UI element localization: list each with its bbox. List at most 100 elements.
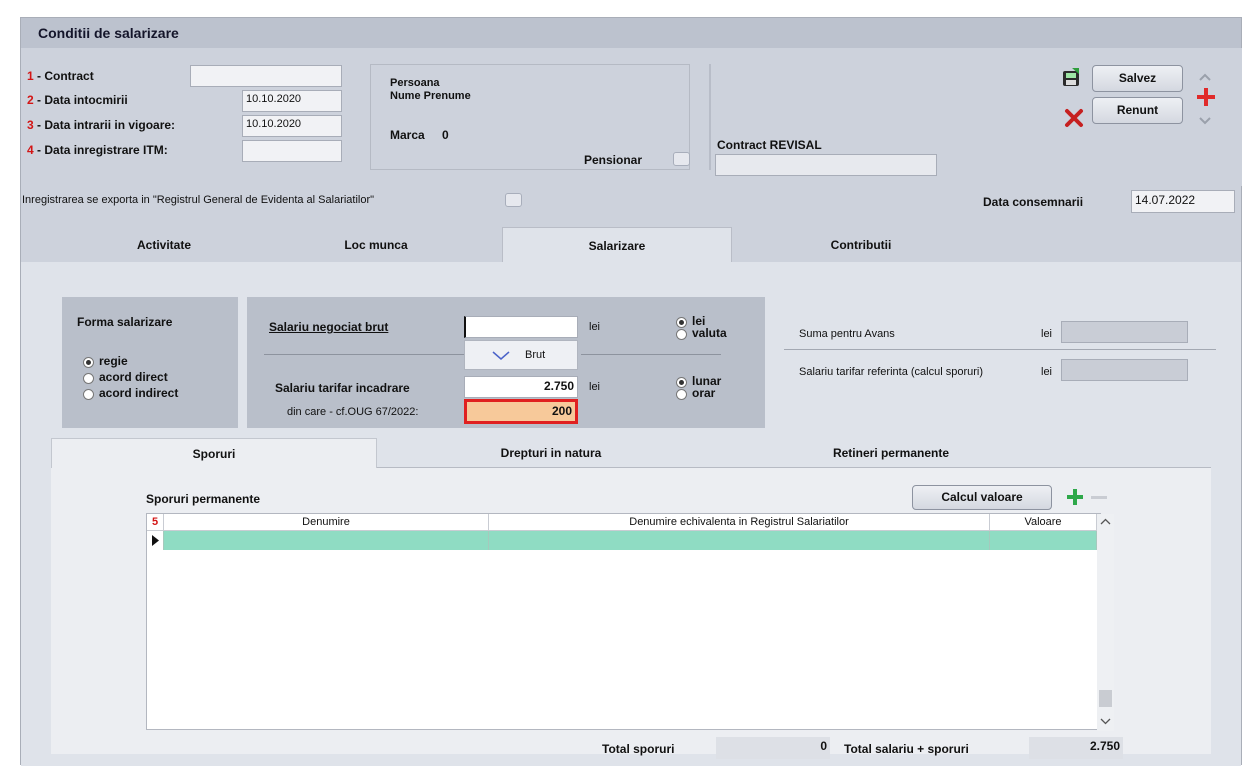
calcul-valoare-button[interactable]: Calcul valoare	[912, 485, 1052, 510]
brut-option: Brut	[525, 349, 546, 361]
radio-acord-indirect[interactable]	[83, 389, 94, 400]
forma-salarizare-label: Forma salarizare	[77, 315, 173, 329]
add-row-plus-icon[interactable]	[1066, 488, 1084, 506]
tab-salarizare[interactable]: Salarizare	[502, 227, 732, 263]
renunt-button[interactable]: Renunt	[1092, 97, 1183, 124]
total-salariu-value: 2.750	[1029, 737, 1123, 759]
marca-value: 0	[442, 128, 449, 142]
tab-label: Loc munca	[344, 238, 408, 252]
dropdown-arrow-icon	[492, 351, 510, 360]
scroll-down-icon[interactable]	[1100, 718, 1111, 725]
salariu-tarifar-label: Salariu tarifar incadrare	[275, 381, 410, 395]
data-intrarii-field[interactable]: 10.10.2020	[242, 115, 342, 137]
tab-loc-munca[interactable]: Loc munca	[281, 227, 471, 263]
data-consemnarii-label: Data consemnarii	[983, 195, 1084, 209]
scroll-down-icon[interactable]	[1198, 114, 1212, 125]
registru-export-checkbox[interactable]	[505, 193, 522, 207]
persoana-label: Persoana	[390, 77, 440, 89]
col-valoare[interactable]: Valoare	[990, 514, 1097, 531]
calcul-valoare-label: Calcul valoare	[941, 490, 1023, 504]
pensionar-checkbox[interactable]	[673, 152, 690, 166]
radio-valuta[interactable]	[676, 329, 687, 340]
contract-revisal-field[interactable]	[715, 154, 937, 176]
total-sporuri-label: Total sporuri	[602, 742, 675, 756]
nume-prenume: Nume Prenume	[390, 90, 471, 102]
window-title: Conditii de salarizare	[38, 25, 179, 41]
separator-line	[581, 354, 721, 355]
renunt-label: Renunt	[1116, 103, 1159, 117]
dialog-window: Conditii de salarizare 1 - Contract 2 - …	[20, 17, 1242, 766]
marca-label: Marca	[390, 128, 425, 142]
salariu-referinta-label: Salariu tarifar referinta (calcul sporur…	[799, 366, 984, 378]
radio-lei[interactable]	[676, 317, 687, 328]
salariu-negociat-unit: lei	[589, 321, 601, 333]
registru-export-label: Inregistrarea se exporta in "Registrul G…	[22, 194, 375, 206]
separator-line	[264, 354, 464, 355]
suma-avans-unit: lei	[1041, 328, 1053, 340]
contract-field[interactable]	[190, 65, 342, 87]
tab-label: Activitate	[136, 238, 192, 252]
din-care-label: din care - cf.OUG 67/2022:	[287, 406, 419, 418]
grid-number-header: 5	[147, 514, 164, 531]
sporuri-permanente-label: Sporuri permanente	[146, 492, 261, 506]
data-consemnarii-field[interactable]: 14.07.2022	[1131, 190, 1235, 213]
regie-label: regie	[99, 354, 128, 368]
orar-option-label: orar	[692, 386, 716, 400]
suma-avans-label: Suma pentru Avans	[799, 328, 895, 340]
radio-lunar[interactable]	[676, 377, 687, 388]
subtab-retineri-permanente[interactable]: Retineri permanente	[741, 438, 1041, 468]
avans-separator	[784, 349, 1216, 350]
col-denumire[interactable]: Denumire	[164, 514, 489, 531]
contract-label: 1 - Contract	[27, 69, 94, 83]
cell-denumire-echivalenta[interactable]	[489, 531, 990, 550]
salariu-referinta-unit: lei	[1041, 366, 1053, 378]
scroll-up-icon[interactable]	[1100, 518, 1111, 525]
tab-contributii[interactable]: Contributii	[766, 227, 956, 263]
radio-orar[interactable]	[676, 389, 687, 400]
scroll-thumb[interactable]	[1099, 690, 1112, 707]
radio-regie[interactable]	[83, 357, 94, 368]
salariu-tarifar-input[interactable]: 2.750	[464, 376, 578, 398]
salariu-tarifar-unit: lei	[589, 381, 601, 393]
subtab-label: Sporuri	[192, 447, 236, 461]
data-intocmirii-field[interactable]: 10.10.2020	[242, 90, 342, 112]
col-denumire-echivalenta[interactable]: Denumire echivalenta in Registrul Salari…	[489, 514, 990, 531]
sporuri-grid: 5 Denumire Denumire echivalenta in Regis…	[146, 513, 1114, 731]
subtab-sporuri[interactable]: Sporuri	[51, 438, 377, 468]
salvez-button[interactable]: Salvez	[1092, 65, 1183, 92]
subtab-label: Drepturi in natura	[500, 446, 602, 460]
save-icon[interactable]	[1061, 68, 1081, 88]
radio-acord-direct[interactable]	[83, 373, 94, 384]
salariu-negociat-input[interactable]	[464, 316, 578, 338]
din-care-input[interactable]: 200	[464, 399, 578, 424]
brut-dropdown[interactable]: Brut	[464, 340, 578, 370]
salariu-negociat-label: Salariu negociat brut	[269, 320, 389, 334]
data-itm-field[interactable]	[242, 140, 342, 162]
scroll-up-icon[interactable]	[1198, 70, 1212, 81]
data-intrarii-label: 3 - Data intrarii in vigoare:	[27, 118, 176, 132]
salvez-label: Salvez	[1118, 71, 1157, 85]
subtab-drepturi-in-natura[interactable]: Drepturi in natura	[401, 438, 701, 468]
title-bar: Conditii de salarizare	[21, 18, 1241, 48]
suma-avans-field[interactable]	[1061, 321, 1188, 343]
total-sporuri-value: 0	[716, 737, 830, 759]
acord-indirect-label: acord indirect	[99, 386, 179, 400]
grid-scrollbar[interactable]	[1097, 514, 1114, 731]
valuta-option-label: valuta	[692, 326, 727, 340]
cell-valoare[interactable]	[990, 531, 1097, 550]
tab-activitate[interactable]: Activitate	[69, 227, 259, 263]
header-separator	[709, 64, 711, 170]
cancel-x-icon[interactable]	[1064, 108, 1084, 128]
tab-label: Contributii	[830, 238, 892, 252]
data-intocmirii-label: 2 - Data intocmirii	[27, 93, 128, 107]
table-row[interactable]	[147, 531, 1102, 550]
row-pointer-icon	[152, 535, 159, 546]
data-itm-label: 4 - Data inregistrare ITM:	[27, 143, 168, 157]
total-salariu-label: Total salariu + sporuri	[844, 742, 969, 756]
row-indicator	[147, 531, 164, 550]
cell-denumire[interactable]	[164, 531, 489, 550]
salariu-referinta-field[interactable]	[1061, 359, 1188, 381]
add-plus-icon[interactable]	[1194, 85, 1218, 109]
remove-row-icon[interactable]	[1091, 496, 1107, 499]
subtab-label: Retineri permanente	[832, 446, 950, 460]
